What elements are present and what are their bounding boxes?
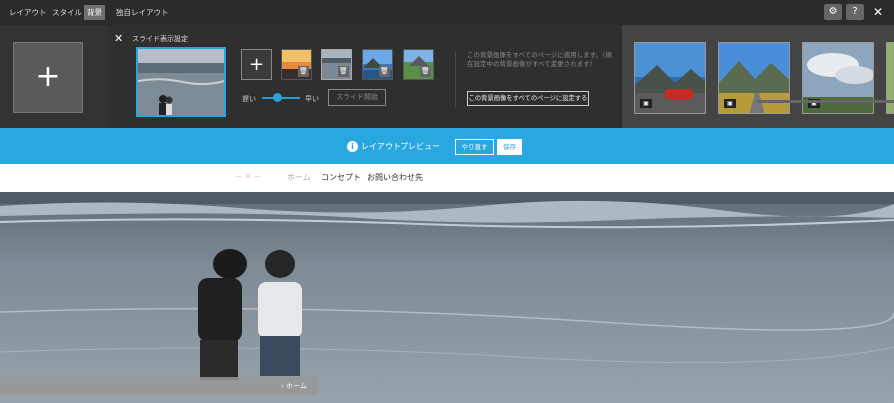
image-icon: ▣ — [724, 99, 736, 108]
gear-icon[interactable]: ⚙ — [824, 4, 842, 20]
apply-info-text: この背景画像をすべてのページに適用します。（現在設定中の背景画像がすべて変更され… — [467, 51, 612, 68]
tab-background[interactable]: 背景 — [84, 5, 105, 20]
trash-icon[interactable]: 🗑 — [298, 66, 309, 77]
slide-thumbnail-beach[interactable]: 🗑 — [321, 49, 352, 80]
add-column: + — [0, 25, 108, 128]
slide-start-button[interactable]: スライド開始 — [328, 89, 386, 106]
trash-icon[interactable]: 🗑 — [338, 66, 349, 77]
slide-thumbnail-sunset[interactable]: 🗑 — [281, 49, 312, 80]
nav-home[interactable]: ホーム — [287, 172, 311, 183]
divider — [455, 51, 456, 107]
save-button[interactable]: 保存 — [497, 139, 522, 155]
partial-image — [887, 43, 893, 113]
preview-label: プレビュー — [400, 142, 440, 151]
site-navbar — [0, 164, 894, 192]
trash-icon[interactable]: 🗑 — [420, 66, 431, 77]
nav-contact[interactable]: お問い合わせ先 — [367, 172, 423, 183]
speed-fast-label: 早い — [305, 95, 319, 103]
selected-slide-thumbnail[interactable] — [136, 47, 226, 117]
tab-custom-layout[interactable]: 独自レイアウト — [113, 5, 172, 20]
tab-style[interactable]: スタイル — [49, 5, 85, 20]
speed-slider-handle[interactable] — [272, 93, 282, 102]
undo-button[interactable]: やり直す — [455, 139, 494, 155]
breadcrumb-bar — [0, 377, 318, 395]
gallery-scrollbar[interactable] — [757, 100, 894, 103]
gallery-thumb-sky[interactable]: ▣ — [802, 42, 874, 114]
gallery-thumb-car[interactable]: ▣ — [634, 42, 706, 114]
close-icon[interactable]: ✕ — [871, 4, 885, 20]
slide-settings: ✕ スライド表示設定 + 🗑 🗑 🗑 🗑 遅い 早い スライド開始 この背景画像… — [108, 25, 622, 128]
image-icon: ▣ — [640, 99, 652, 108]
slide-thumbnail-mountain[interactable]: 🗑 — [403, 49, 434, 80]
gallery-thumb-partial[interactable] — [886, 42, 894, 114]
speed-slow-label: 遅い — [242, 95, 256, 103]
background-panel: + ✕ スライド表示設定 + 🗑 🗑 🗑 🗑 遅い 早い スライド開始 この背景… — [0, 25, 894, 128]
slide-close-icon[interactable]: ✕ — [114, 32, 123, 45]
nav-concept[interactable]: コンセプト — [321, 172, 361, 183]
add-slide-button[interactable]: + — [241, 49, 272, 80]
breadcrumb-home[interactable]: › ホーム — [281, 381, 307, 391]
help-icon[interactable]: ? — [846, 4, 864, 20]
site-logo[interactable]: ~ ✕ ~ — [226, 170, 270, 184]
background-gallery: ▣ ▣ ▣ — [622, 25, 894, 128]
preview-bar — [0, 128, 894, 164]
trash-icon[interactable]: 🗑 — [379, 66, 390, 77]
add-background-button[interactable]: + — [13, 42, 83, 113]
beach-preview-image — [138, 49, 224, 115]
slide-settings-title: スライド表示設定 — [132, 35, 188, 43]
beach-hero-image — [0, 192, 894, 403]
editor-window: レイアウト スタイル 背景 独自レイアウト ⚙ ? ✕ + ✕ スライド表示設定 — [0, 0, 894, 403]
hero-background-image — [0, 192, 894, 403]
apply-all-pages-button[interactable]: この背景画像をすべてのページに設定する — [467, 91, 589, 106]
slide-thumbnail-lake[interactable]: 🗑 — [362, 49, 393, 80]
gallery-thumb-road[interactable]: ▣ — [718, 42, 790, 114]
tab-layout[interactable]: レイアウト — [6, 5, 50, 20]
top-toolbar: レイアウト スタイル 背景 独自レイアウト ⚙ ? ✕ — [0, 0, 894, 25]
info-icon: i — [347, 141, 358, 152]
layout-label: レイアウト — [361, 142, 401, 151]
